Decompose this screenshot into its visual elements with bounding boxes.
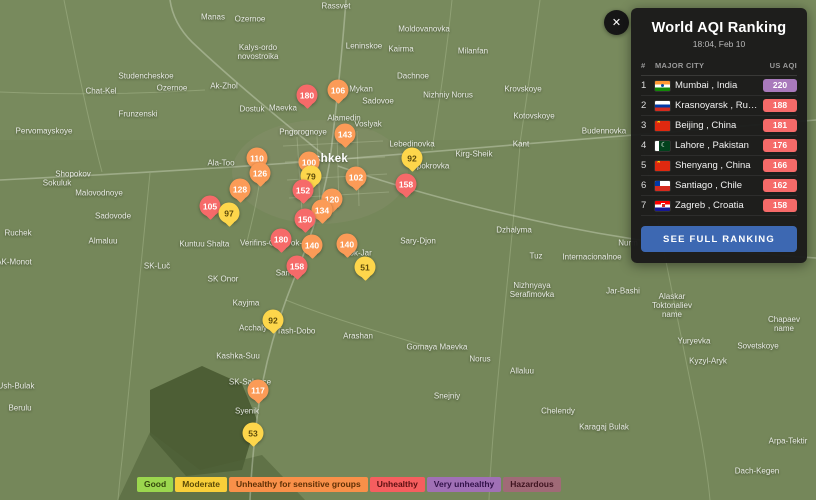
ranking-row[interactable]: 2 Krasnoyarsk , Russia 188: [641, 96, 797, 116]
ranking-row[interactable]: 3 Beijing , China 181: [641, 116, 797, 136]
aqi-marker[interactable]: 126: [250, 163, 271, 184]
aqi-badge: 166: [763, 159, 797, 172]
map-viewport[interactable]: ManasRassvetOzernoeMoldovanovkaKalys-ord…: [0, 0, 816, 500]
panel-title: World AQI Ranking: [641, 20, 797, 36]
aqi-marker[interactable]: 180: [271, 229, 292, 250]
legend-item-unhealthy: Unhealthy: [370, 477, 425, 492]
aqi-badge: 176: [763, 139, 797, 152]
pakistan-flag-icon: [655, 141, 670, 151]
legend-item-moderate: Moderate: [175, 477, 227, 492]
aqi-marker[interactable]: 143: [335, 124, 356, 145]
legend-item-unhealthy-for-sensitive-groups: Unhealthy for sensitive groups: [229, 477, 368, 492]
close-icon: ✕: [612, 16, 621, 29]
ranking-row[interactable]: 7 Zagreb , Croatia 158: [641, 196, 797, 216]
aqi-marker[interactable]: 92: [402, 148, 423, 169]
legend-item-hazardous: Hazardous: [503, 477, 560, 492]
china-flag-icon: [655, 161, 670, 171]
city-name: Zagreb , Croatia: [675, 200, 758, 211]
aqi-marker[interactable]: 92: [263, 310, 284, 331]
aqi-marker[interactable]: 150: [295, 209, 316, 230]
rank-number: 5: [641, 160, 650, 171]
aqi-marker[interactable]: 106: [328, 80, 349, 101]
aqi-marker[interactable]: 117: [248, 380, 269, 401]
city-name: Krasnoyarsk , Russia: [675, 100, 758, 111]
panel-timestamp: 18:04, Feb 10: [641, 39, 797, 49]
aqi-marker[interactable]: 180: [297, 85, 318, 106]
city-name: Santiago , Chile: [675, 180, 758, 191]
ranking-row[interactable]: 4 Lahore , Pakistan 176: [641, 136, 797, 156]
aqi-marker[interactable]: 140: [337, 234, 358, 255]
ranking-header: # MAJOR CITY US AQI: [641, 58, 797, 76]
aqi-marker[interactable]: 158: [396, 174, 417, 195]
aqi-marker[interactable]: 128: [230, 179, 251, 200]
column-aqi: US AQI: [770, 61, 797, 70]
world-aqi-ranking-panel: World AQI Ranking 18:04, Feb 10 # MAJOR …: [631, 8, 807, 263]
aqi-marker[interactable]: 140: [302, 235, 323, 256]
chile-flag-icon: [655, 181, 670, 191]
aqi-marker[interactable]: 105: [200, 196, 221, 217]
aqi-badge: 220: [763, 79, 797, 92]
rank-number: 6: [641, 180, 650, 191]
rank-number: 1: [641, 80, 650, 91]
aqi-badge: 181: [763, 119, 797, 132]
ranking-rows: 1 Mumbai , India 220 2 Krasnoyarsk , Russia 1…: [641, 76, 797, 216]
aqi-marker[interactable]: 152: [293, 180, 314, 201]
aqi-badge: 158: [763, 199, 797, 212]
aqi-marker[interactable]: 102: [346, 167, 367, 188]
china-flag-icon: [655, 121, 670, 131]
aqi-marker[interactable]: 97: [219, 203, 240, 224]
aqi-legend: GoodModerateUnhealthy for sensitive grou…: [137, 477, 561, 492]
legend-item-good: Good: [137, 477, 173, 492]
city-name: Lahore , Pakistan: [675, 140, 758, 151]
aqi-badge: 162: [763, 179, 797, 192]
aqi-badge: 188: [763, 99, 797, 112]
aqi-marker[interactable]: 158: [287, 256, 308, 277]
aqi-marker[interactable]: 53: [243, 423, 264, 444]
city-name: Mumbai , India: [675, 80, 758, 91]
rank-number: 3: [641, 120, 650, 131]
rank-number: 7: [641, 200, 650, 211]
ranking-row[interactable]: 5 Shenyang , China 166: [641, 156, 797, 176]
city-name: Beijing , China: [675, 120, 758, 131]
rank-number: 4: [641, 140, 650, 151]
rank-number: 2: [641, 100, 650, 111]
aqi-marker[interactable]: 51: [355, 257, 376, 278]
ranking-row[interactable]: 6 Santiago , Chile 162: [641, 176, 797, 196]
column-city: MAJOR CITY: [655, 61, 770, 70]
legend-item-very-unhealthy: Very unhealthy: [427, 477, 501, 492]
india-flag-icon: [655, 81, 670, 91]
russia-flag-icon: [655, 101, 670, 111]
ranking-row[interactable]: 1 Mumbai , India 220: [641, 76, 797, 96]
croatia-flag-icon: [655, 201, 670, 211]
see-full-ranking-button[interactable]: SEE FULL RANKING: [641, 226, 797, 252]
city-name: Shenyang , China: [675, 160, 758, 171]
column-rank: #: [641, 61, 655, 70]
close-ranking-button[interactable]: ✕: [604, 10, 629, 35]
